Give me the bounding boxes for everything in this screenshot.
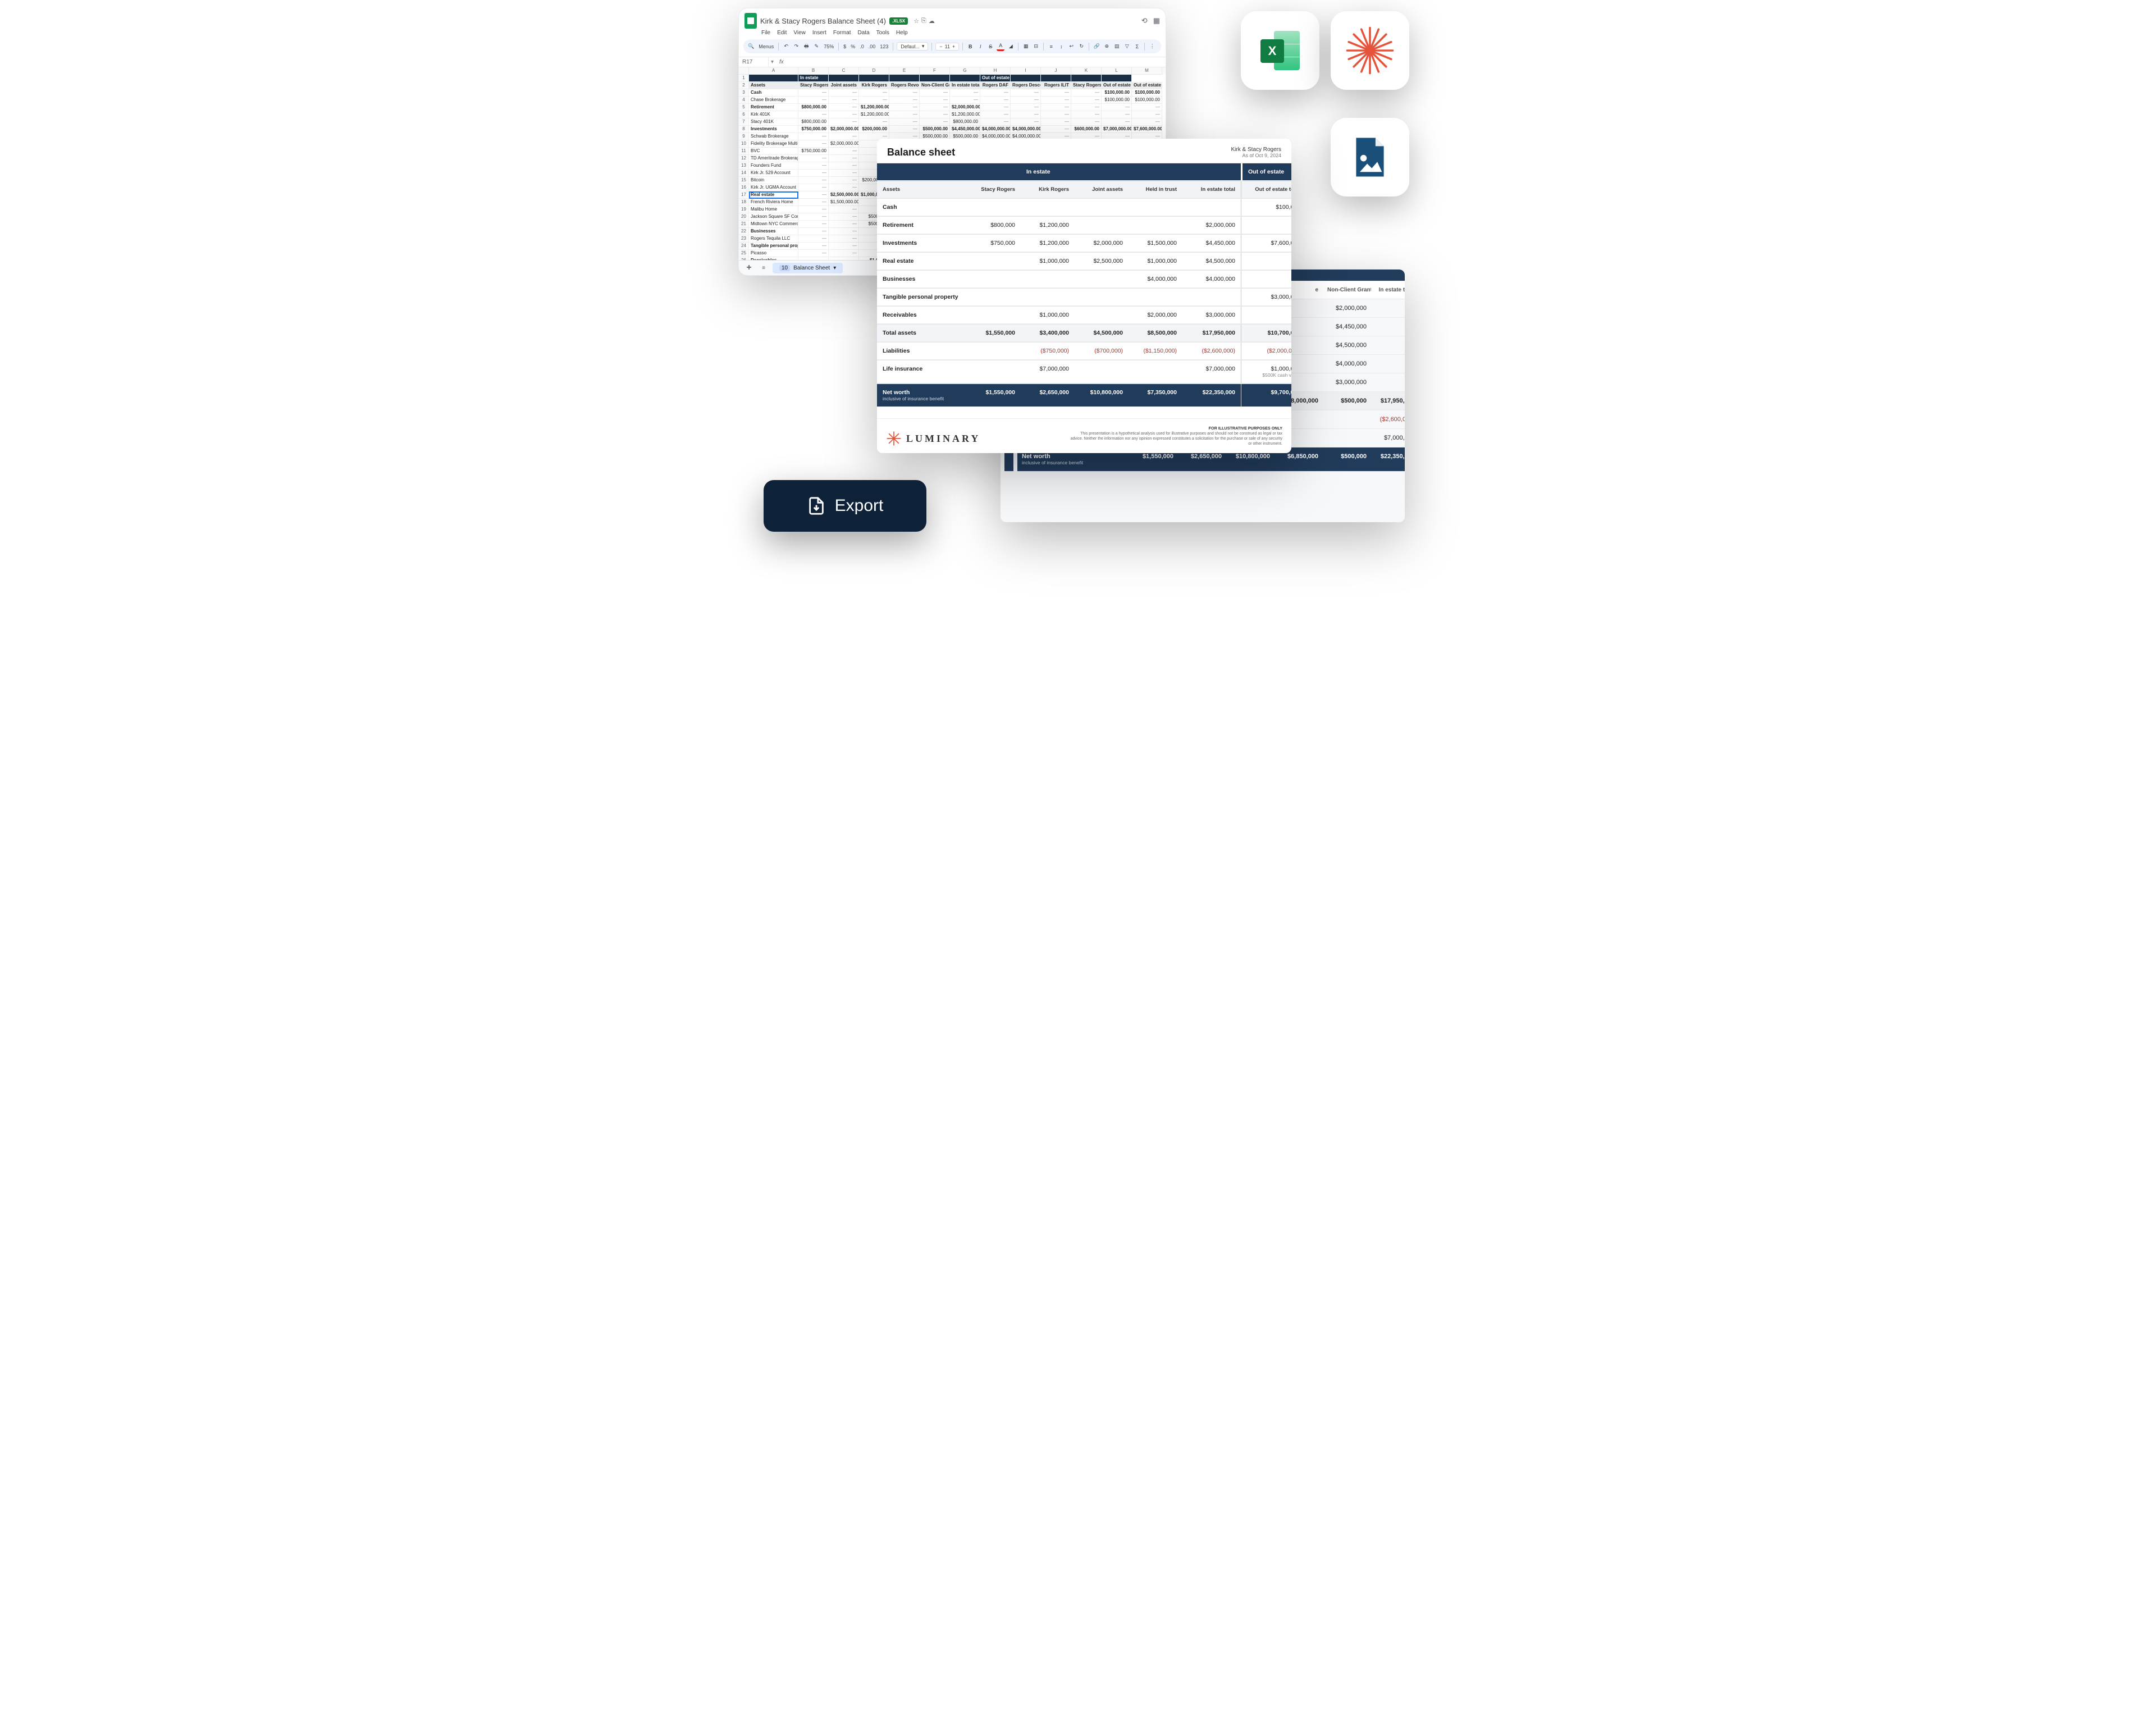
comment-button[interactable]: ⊕ [1103, 43, 1111, 51]
link-button[interactable]: 🔗 [1093, 43, 1100, 51]
cell-reference-box[interactable]: R17 [739, 57, 769, 67]
excel-x-icon: X [1260, 39, 1284, 63]
print-icon[interactable]: 🖶 [802, 43, 810, 51]
luminary-app-icon[interactable] [1331, 11, 1409, 90]
col-header-J[interactable]: J [1041, 67, 1071, 75]
move-icon[interactable]: ⎘ [921, 17, 926, 25]
menu-format[interactable]: Format [833, 30, 851, 36]
col-header-H[interactable]: H [980, 67, 1011, 75]
pdf-title: Balance sheet [887, 147, 955, 158]
add-sheet-button[interactable]: + [743, 262, 755, 273]
more-formats-button[interactable]: 123 [879, 44, 889, 49]
menu-insert[interactable]: Insert [812, 30, 826, 36]
col-header-L[interactable]: L [1102, 67, 1132, 75]
functions-button[interactable]: Σ [1133, 43, 1141, 51]
font-dropdown[interactable]: Defaul...▾ [897, 42, 928, 51]
percent-button[interactable]: % [849, 44, 856, 49]
star-icon[interactable]: ☆ [913, 17, 919, 25]
document-title[interactable]: Kirk & Stacy Rogers Balance Sheet (4) [760, 17, 886, 25]
col-header-G[interactable]: G [950, 67, 980, 75]
search-icon[interactable]: 🔍 [748, 43, 754, 49]
col-header-F[interactable]: F [920, 67, 950, 75]
luminary-burst-icon [886, 431, 902, 446]
pdf-balance-sheet: Balance sheet Kirk & Stacy Rogers As of … [877, 139, 1291, 453]
inc-dec-button[interactable]: .00 [867, 44, 877, 49]
col-header-K[interactable]: K [1071, 67, 1102, 75]
bold-button[interactable]: B [966, 43, 974, 51]
fx-icon: fx [776, 59, 787, 65]
menu-tools[interactable]: Tools [876, 30, 889, 36]
tab-index-badge: 10 [779, 265, 790, 271]
namebox-dropdown[interactable]: ▾ [769, 59, 776, 65]
strike-button[interactable]: S [986, 43, 994, 51]
currency-button[interactable]: $ [842, 44, 847, 49]
pdf-asof: As of Oct 9, 2024 [1231, 153, 1281, 158]
dec-dec-button[interactable]: .0 [858, 44, 865, 49]
tab-balance-sheet[interactable]: 10 Balance Sheet ▾ [773, 263, 843, 273]
search-menus[interactable]: Menus [757, 44, 775, 49]
borders-button[interactable]: ▦ [1022, 43, 1030, 51]
toolbar: 🔍 Menus ↶ ↷ 🖶 ✎ 75% $ % .0 .00 123 Defau… [743, 39, 1161, 53]
font-size[interactable]: −11+ [935, 43, 959, 51]
filter-button[interactable]: ▽ [1123, 43, 1131, 51]
col-header-B[interactable]: B [798, 67, 829, 75]
sheets-logo-icon [744, 13, 757, 29]
valign-button[interactable]: ↕ [1057, 43, 1065, 51]
text-color-button[interactable]: A [997, 42, 1004, 51]
history-icon[interactable]: ⟲ [1141, 16, 1148, 25]
tab-dropdown-icon[interactable]: ▾ [833, 265, 836, 271]
luminary-brand: LUMINARY [886, 431, 980, 446]
more-button[interactable]: ⋮ [1148, 43, 1156, 51]
select-all-corner[interactable] [739, 67, 749, 75]
image-file-icon [1347, 134, 1393, 180]
wrap-button[interactable]: ↩ [1067, 43, 1075, 51]
cloud-icon[interactable]: ☁ [929, 17, 935, 25]
menu-file[interactable]: File [761, 30, 770, 36]
col-header-D[interactable]: D [859, 67, 889, 75]
menu-edit[interactable]: Edit [777, 30, 787, 36]
chart-button[interactable]: ▤ [1113, 43, 1121, 51]
col-header-A[interactable]: A [749, 67, 798, 75]
col-header-C[interactable]: C [829, 67, 859, 75]
col-header-I[interactable]: I [1011, 67, 1041, 75]
xlsx-badge: .XLSX [889, 17, 908, 25]
col-header-E[interactable]: E [889, 67, 920, 75]
rotate-button[interactable]: ↻ [1077, 43, 1085, 51]
menu-view[interactable]: View [793, 30, 806, 36]
all-sheets-button[interactable]: ≡ [758, 265, 769, 271]
merge-button[interactable]: ⊟ [1032, 43, 1040, 51]
export-label: Export [835, 497, 884, 514]
luminary-burst-icon [1345, 25, 1395, 76]
download-file-icon [807, 496, 826, 515]
zoom-dropdown[interactable]: 75% [823, 44, 835, 49]
redo-icon[interactable]: ↷ [792, 43, 800, 51]
italic-button[interactable]: I [976, 43, 984, 51]
image-export-icon[interactable] [1331, 118, 1409, 197]
halign-button[interactable]: ≡ [1047, 43, 1055, 51]
pdf-client-name: Kirk & Stacy Rogers [1231, 147, 1281, 153]
paint-format-icon[interactable]: ✎ [812, 43, 820, 51]
export-button[interactable]: Export [764, 480, 926, 532]
col-header-M[interactable]: M [1132, 67, 1162, 75]
menu-help[interactable]: Help [896, 30, 908, 36]
pdf-band-header: In estate Out of estate [877, 163, 1291, 181]
pdf-disclaimer: FOR ILLUSTRATIVE PURPOSES ONLY This pres… [1069, 426, 1282, 446]
excel-app-icon[interactable]: X [1241, 11, 1319, 90]
comments-icon[interactable]: ▦ [1153, 16, 1160, 25]
fill-color-button[interactable]: ◢ [1007, 43, 1015, 51]
undo-icon[interactable]: ↶ [782, 43, 790, 51]
menu-data[interactable]: Data [858, 30, 870, 36]
